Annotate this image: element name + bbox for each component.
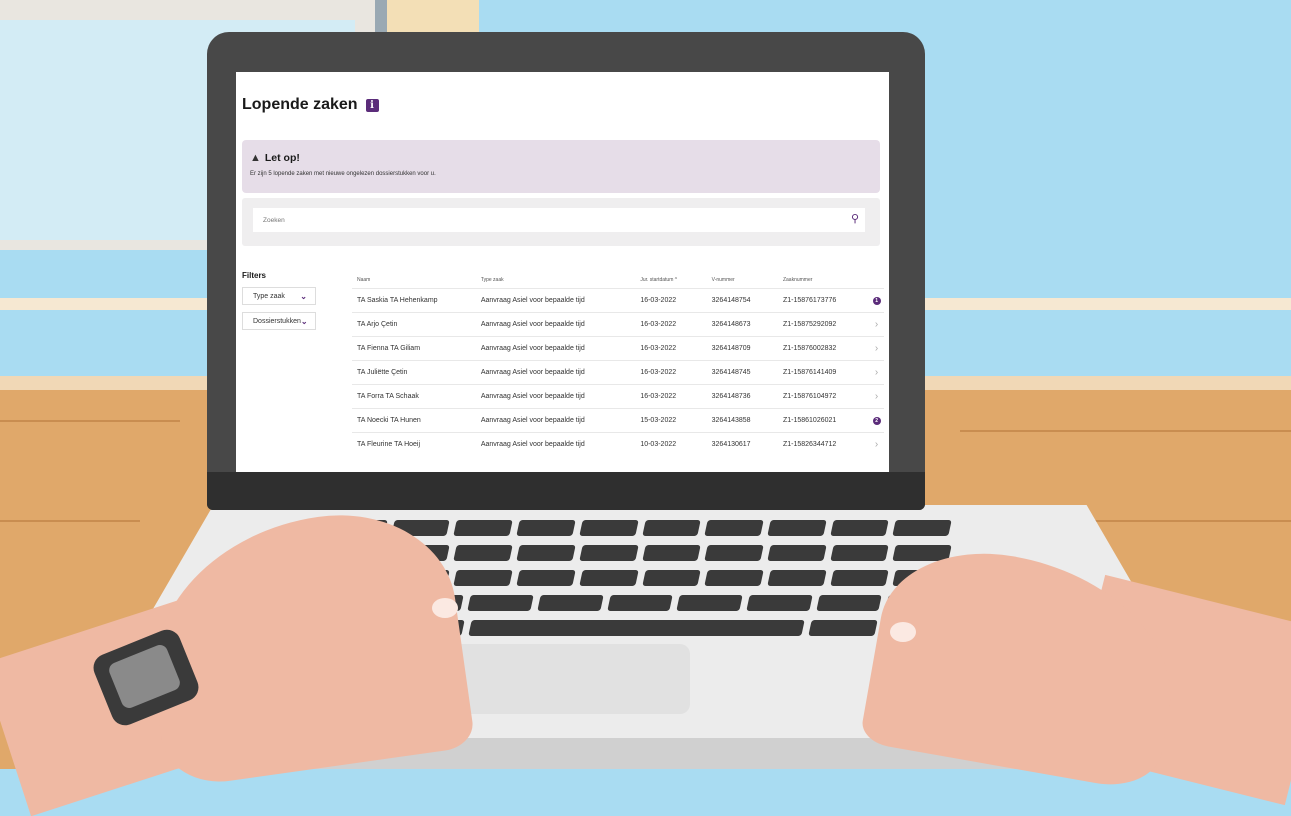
filter-label: Type zaak	[253, 292, 285, 300]
cell-type-zaak: Aanvraag Asiel voor bepaalde tijd	[480, 345, 585, 352]
page-header: Lopende zaken i	[242, 96, 379, 114]
column-header-startdatum[interactable]: Jur. startdatum ^	[640, 277, 711, 283]
fingernail	[890, 622, 916, 642]
table-row[interactable]: TA Juliëtte Çetin Aanvraag Asiel voor bep…	[352, 360, 884, 384]
search-input[interactable]	[253, 208, 865, 232]
cell-startdatum: 16-03-2022	[640, 297, 677, 304]
cell-zaaknummer: Z1-15876141409	[782, 369, 837, 376]
chevron-right-icon[interactable]: ›	[875, 367, 878, 378]
cell-naam: TA Juliëtte Çetin	[357, 369, 408, 376]
cell-startdatum: 15-03-2022	[640, 417, 677, 424]
cases-table: Naam Type zaak Jur. startdatum ^ V-numme…	[352, 272, 884, 456]
filters-title: Filters	[242, 271, 267, 280]
filter-label: Dossierstukken	[253, 317, 301, 325]
cell-startdatum: 10-03-2022	[640, 441, 677, 448]
cell-type-zaak: Aanvraag Asiel voor bepaalde tijd	[480, 393, 585, 400]
cell-v-nummer: 3264148673	[711, 321, 751, 328]
table-row[interactable]: TA Forra TA Schaak Aanvraag Asiel voor be…	[352, 384, 884, 408]
page-title: Lopende zaken	[242, 96, 358, 113]
chevron-right-icon[interactable]: ›	[875, 343, 878, 354]
chevron-down-icon: ⌄	[300, 291, 307, 301]
column-header-v-nummer[interactable]: V-nummer	[712, 277, 783, 283]
column-header-naam[interactable]: Naam	[352, 277, 481, 283]
cell-startdatum: 16-03-2022	[640, 345, 677, 352]
cell-naam: TA Forra TA Schaak	[357, 393, 419, 400]
cell-v-nummer: 3264143858	[711, 417, 751, 424]
table-row[interactable]: TA Fleurine TA Hoeij Aanvraag Asiel voor …	[352, 432, 884, 456]
cell-zaaknummer: Z1-15826344712	[782, 441, 837, 448]
chevron-down-icon: ⌄	[300, 316, 308, 326]
cell-zaaknummer: Z1-15875292092	[782, 321, 837, 328]
cell-v-nummer: 3264130617	[711, 441, 751, 448]
cell-type-zaak: Aanvraag Asiel voor bepaalde tijd	[480, 369, 585, 376]
cell-zaaknummer: Z1-15876002832	[782, 345, 837, 352]
laptop-screen: Lopende zaken i ▲ Let op! Er zijn 5 lope…	[236, 72, 889, 472]
cell-naam: TA Noecki TA Hunen	[357, 417, 421, 424]
alert-title: Let op!	[264, 152, 300, 164]
table-body: TA Saskia TA Hehenkamp Aanvraag Asiel voo…	[352, 288, 884, 456]
cell-type-zaak: Aanvraag Asiel voor bepaalde tijd	[480, 297, 585, 304]
cell-v-nummer: 3264148709	[711, 345, 751, 352]
cell-naam: TA Saskia TA Hehenkamp	[357, 297, 438, 304]
cell-v-nummer: 3264148736	[711, 393, 751, 400]
alert-text: Er zijn 5 lopende zaken met nieuwe ongel…	[250, 171, 436, 177]
cell-type-zaak: Aanvraag Asiel voor bepaalde tijd	[480, 441, 585, 448]
filter-dossierstukken[interactable]: Dossierstukken ⌄	[242, 312, 316, 330]
cell-startdatum: 16-03-2022	[640, 393, 677, 400]
column-header-zaaknummer[interactable]: Zaaknummer	[783, 277, 869, 283]
cell-naam: TA Arjo Çetin	[357, 321, 398, 328]
cell-zaaknummer: Z1-15876173776	[782, 297, 837, 304]
table-row[interactable]: TA Noecki TA Hunen Aanvraag Asiel voor be…	[352, 408, 884, 432]
cell-type-zaak: Aanvraag Asiel voor bepaalde tijd	[480, 321, 585, 328]
search-icon[interactable]: ⚲	[851, 212, 859, 225]
cell-v-nummer: 3264148754	[711, 297, 751, 304]
cell-naam: TA Fleurine TA Hoeij	[357, 441, 421, 448]
cell-zaaknummer: Z1-15861026021	[782, 417, 837, 424]
table-row[interactable]: TA Saskia TA Hehenkamp Aanvraag Asiel voo…	[352, 288, 884, 312]
chevron-right-icon[interactable]: ›	[875, 439, 878, 450]
info-icon[interactable]: i	[365, 98, 379, 112]
chevron-right-icon[interactable]: ›	[875, 391, 878, 402]
filter-type-zaak[interactable]: Type zaak ⌄	[242, 287, 316, 305]
cell-naam: TA Fienna TA Giliam	[357, 345, 421, 352]
trackpad	[450, 644, 690, 714]
fingernail	[432, 598, 458, 618]
cell-startdatum: 16-03-2022	[640, 321, 677, 328]
warning-icon: ▲	[250, 152, 261, 164]
cell-v-nummer: 3264148745	[711, 369, 751, 376]
notification-badge-icon[interactable]: 1	[872, 296, 881, 305]
notification-badge-icon[interactable]: 2	[872, 416, 881, 425]
column-header-type-zaak[interactable]: Type zaak	[481, 277, 640, 283]
alert-banner: ▲ Let op! Er zijn 5 lopende zaken met ni…	[242, 140, 880, 193]
cell-zaaknummer: Z1-15876104972	[782, 393, 837, 400]
table-row[interactable]: TA Arjo Çetin Aanvraag Asiel voor bepaald…	[352, 312, 884, 336]
search-bar: ⚲	[242, 198, 880, 246]
cell-startdatum: 16-03-2022	[640, 369, 677, 376]
cell-type-zaak: Aanvraag Asiel voor bepaalde tijd	[480, 417, 585, 424]
table-row[interactable]: TA Fienna TA Giliam Aanvraag Asiel voor b…	[352, 336, 884, 360]
chevron-right-icon[interactable]: ›	[875, 319, 878, 330]
table-header: Naam Type zaak Jur. startdatum ^ V-numme…	[352, 272, 884, 288]
